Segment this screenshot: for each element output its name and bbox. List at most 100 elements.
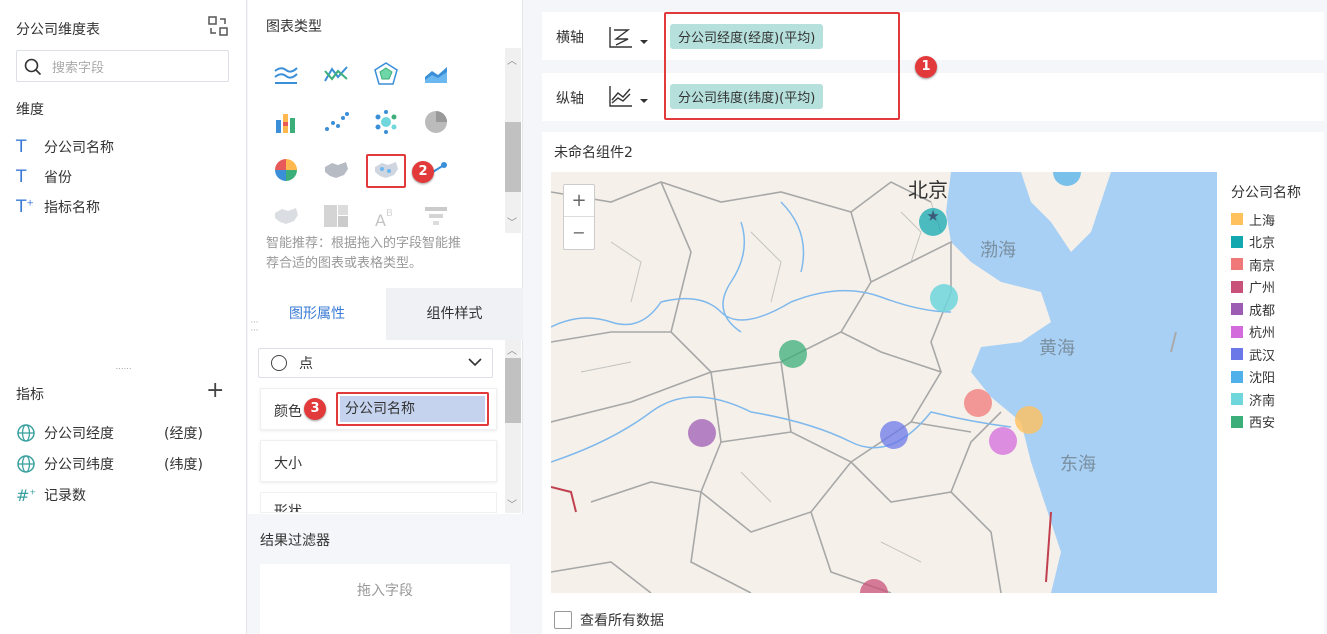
map-area[interactable]: 北京 渤海 黄海 东海 + − [551, 172, 1217, 593]
legend-title: 分公司名称 [1231, 185, 1301, 201]
region-map-icon[interactable] [322, 156, 350, 184]
y-axis-sort-dropdown[interactable] [608, 83, 652, 109]
legend-item[interactable]: 杭州 [1231, 321, 1321, 344]
legend-item[interactable]: 济南 [1231, 388, 1321, 411]
map-label-bohai: 渤海 [980, 240, 1016, 261]
field-panel: 分公司维度表 搜索字段 维度 T 分公司名称 T 省份 T+ 指标名称 ⋯⋯ 指… [0, 0, 247, 634]
x-axis-row: 横轴 [542, 12, 1324, 60]
canvas-area: 横轴 纵轴 分公司经度(经度)(平均) 分公司纬度(纬度)(平均) 1 未命名组… [524, 0, 1327, 634]
map-legend: 分公司名称 上海 北京 南京 广州 成都 杭州 武汉 沈阳 济南 西安 [1231, 182, 1321, 433]
word-cloud-icon[interactable]: AB [372, 202, 400, 230]
point-shanghai[interactable] [1015, 406, 1043, 434]
legend-item[interactable]: 南京 [1231, 253, 1321, 276]
globe-icon [17, 455, 35, 473]
measure-item-record-count[interactable]: #+ 记录数 [16, 484, 236, 506]
dimension-header: 维度 [16, 102, 44, 118]
treemap-icon[interactable] [322, 202, 350, 230]
point-nanjing[interactable] [964, 389, 992, 417]
step-badge-1: 1 [915, 56, 937, 78]
legend-item[interactable]: 武汉 [1231, 343, 1321, 366]
property-scrollbar[interactable]: ︿ ﹀ [505, 340, 521, 513]
smart-recommend-text: 智能推荐：根据拖入的字段智能推 荐合适的图表或表格类型。 [266, 236, 462, 271]
shape-property-row[interactable]: 形状 [260, 492, 497, 513]
checkbox-box[interactable] [554, 611, 572, 629]
legend-swatch [1231, 393, 1243, 406]
legend-item[interactable]: 成都 [1231, 298, 1321, 321]
scroll-thumb[interactable] [505, 122, 521, 192]
filter-title: 结果过滤器 [260, 533, 330, 549]
point-map-highlight [366, 154, 406, 188]
radar-chart-icon[interactable] [372, 60, 400, 88]
search-field[interactable]: 搜索字段 [16, 50, 229, 82]
legend-item[interactable]: 广州 [1231, 276, 1321, 299]
scroll-up-icon[interactable]: ︿ [507, 342, 517, 357]
chart-type-scrollbar[interactable]: ︿ ﹀ [505, 48, 521, 233]
step-badge-3: 3 [304, 398, 326, 420]
x-axis-sort-dropdown[interactable] [608, 24, 652, 50]
legend-item[interactable]: 北京 [1231, 231, 1321, 254]
switch-dataset-icon[interactable] [207, 15, 229, 37]
scroll-down-icon[interactable]: ﹀ [507, 496, 517, 511]
tab-graphic-properties[interactable]: 图形属性 [248, 288, 386, 340]
scroll-down-icon[interactable]: ﹀ [507, 214, 517, 229]
legend-swatch [1231, 370, 1243, 383]
heat-map-icon[interactable] [272, 202, 300, 230]
shape-type-select[interactable]: 点 [258, 348, 493, 378]
measure-header: 指标 [16, 387, 44, 403]
point-hangzhou[interactable] [989, 427, 1017, 455]
axis-fields-highlight [664, 12, 900, 120]
legend-swatch [1231, 415, 1243, 428]
measure-item-longitude[interactable]: 分公司经度 (经度) [16, 422, 236, 444]
chevron-down-icon [468, 358, 482, 367]
legend-swatch [1231, 235, 1243, 248]
globe-icon [17, 424, 35, 442]
color-field-chip[interactable]: 分公司名称 [340, 396, 485, 422]
y-axis-row: 纵轴 [542, 73, 1324, 121]
measure-item-latitude[interactable]: 分公司纬度 (纬度) [16, 453, 236, 475]
chart-type-grid: AB 2 [248, 48, 523, 233]
filter-drop-zone[interactable]: 拖入字段 [260, 564, 510, 634]
map-label-beijing: 北京 [908, 178, 948, 202]
color-field-drop[interactable]: 分公司名称 [336, 392, 489, 426]
widget-title: 未命名组件2 [554, 145, 633, 161]
axis-type-icon [609, 86, 648, 107]
legend-item[interactable]: 上海 [1231, 208, 1321, 231]
scroll-thumb[interactable] [505, 358, 521, 423]
size-property-row[interactable]: 大小 [260, 440, 497, 482]
point-wuhan[interactable] [880, 421, 908, 449]
chart-config-panel: 图表类型 AB 2 ︿ ﹀ 智能推荐：根据拖入的字段智能推 荐合适的图表或表格类… [248, 0, 523, 634]
panel-resize-handle[interactable]: ⋯⋯ [0, 364, 247, 374]
scroll-up-icon[interactable]: ︿ [507, 52, 517, 67]
bubble-chart-icon[interactable] [372, 108, 400, 136]
map-zoom-controls: + − [563, 184, 595, 250]
zoom-in-button[interactable]: + [564, 185, 594, 217]
multi-line-chart-icon[interactable] [322, 60, 350, 88]
legend-item[interactable]: 西安 [1231, 411, 1321, 434]
dimension-item-indicator-name[interactable]: T+ 指标名称 [16, 196, 236, 218]
zoom-out-button[interactable]: − [564, 217, 594, 249]
add-measure-icon[interactable]: + [206, 380, 224, 402]
dimension-item-province[interactable]: T 省份 [16, 166, 236, 188]
legend-item[interactable]: 沈阳 [1231, 366, 1321, 389]
map-label-huanghai: 黄海 [1039, 338, 1075, 359]
view-all-data-checkbox[interactable]: 查看所有数据 [554, 610, 664, 630]
stacked-bar-chart-icon[interactable] [272, 108, 300, 136]
funnel-chart-icon[interactable] [422, 202, 450, 230]
dimension-item-branch-name[interactable]: T 分公司名称 [16, 136, 236, 158]
filter-section: 结果过滤器 拖入字段 [248, 514, 523, 634]
point-xian[interactable] [779, 340, 807, 368]
area-chart-icon[interactable] [422, 60, 450, 88]
point-jinan[interactable] [930, 284, 958, 312]
point-chengdu[interactable] [688, 419, 716, 447]
rose-pie-chart-icon[interactable] [272, 156, 300, 184]
tab-component-style[interactable]: 组件样式 [386, 288, 523, 340]
svg-text:A: A [375, 211, 386, 228]
drag-handle-icon[interactable]: ⋮⋮ [250, 318, 259, 334]
scatter-chart-icon[interactable] [322, 108, 350, 136]
pie-chart-icon[interactable] [422, 108, 450, 136]
line-chart-icon[interactable] [272, 60, 300, 88]
legend-swatch [1231, 213, 1243, 226]
text-icon: T [16, 137, 27, 157]
search-icon [24, 58, 42, 76]
axis-type-icon [609, 27, 648, 48]
